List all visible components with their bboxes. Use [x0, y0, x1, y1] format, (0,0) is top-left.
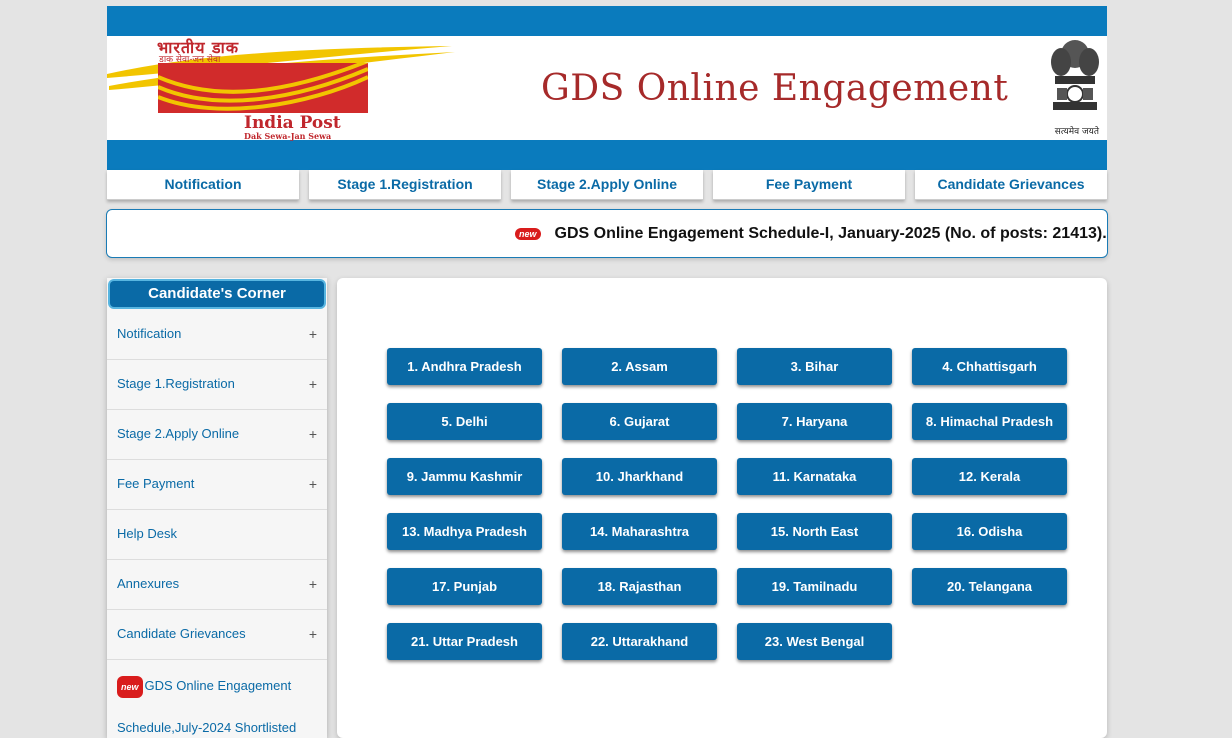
- sidebar-item-label: Fee Payment: [117, 476, 195, 491]
- state-button[interactable]: 7. Haryana: [737, 403, 892, 440]
- sidebar-news-link[interactable]: new GDS Online Engagement Schedule,July-2…: [107, 660, 327, 738]
- state-button-grid: 1. Andhra Pradesh 2. Assam 3. Bihar 4. Chha…: [387, 348, 1067, 660]
- expand-plus-icon[interactable]: +: [309, 326, 317, 342]
- logo-english-text: India Post: [244, 113, 341, 133]
- main-content: 1. Andhra Pradesh 2. Assam 3. Bihar 4. Chha…: [337, 278, 1107, 738]
- sidebar-title: Candidate's Corner: [110, 281, 324, 307]
- lion-capital-icon: [1051, 40, 1099, 110]
- state-button[interactable]: 12. Kerala: [912, 458, 1067, 495]
- new-badge-icon: new: [515, 227, 541, 240]
- new-badge-icon: new: [117, 676, 143, 698]
- expand-plus-icon[interactable]: +: [309, 476, 317, 492]
- emblem-motto: सत्यमेव जयते: [1054, 127, 1099, 137]
- sidebar-item-candidate-grievances[interactable]: Candidate Grievances +: [107, 610, 327, 660]
- nav-candidate-grievances[interactable]: Candidate Grievances: [915, 170, 1107, 200]
- news-link-line1[interactable]: GDS Online Engagement: [145, 678, 292, 693]
- sidebar-item-label: Help Desk: [117, 526, 177, 541]
- logo-hindi-tagline: डाक सेवा-जन सेवा: [159, 55, 221, 65]
- logo-red-block: [158, 63, 368, 113]
- logo-english-tagline: Dak Sewa-Jan Sewa: [244, 131, 332, 141]
- header-bottom-bar: [107, 140, 1107, 170]
- sidebar-item-stage1-registration[interactable]: Stage 1.Registration +: [107, 360, 327, 410]
- ticker-content[interactable]: new GDS Online Engagement Schedule-I, Ja…: [515, 210, 1107, 257]
- state-button[interactable]: 17. Punjab: [387, 568, 542, 605]
- expand-plus-icon[interactable]: +: [309, 626, 317, 642]
- header-top-bar: [107, 6, 1107, 36]
- state-button[interactable]: 2. Assam: [562, 348, 717, 385]
- sidebar-item-notification[interactable]: Notification +: [107, 310, 327, 360]
- state-button[interactable]: 13. Madhya Pradesh: [387, 513, 542, 550]
- state-button[interactable]: 23. West Bengal: [737, 623, 892, 660]
- news-link-line2[interactable]: Schedule,July-2024 Shortlisted: [117, 718, 317, 738]
- expand-plus-icon[interactable]: +: [309, 426, 317, 442]
- state-button[interactable]: 21. Uttar Pradesh: [387, 623, 542, 660]
- sidebar-item-help-desk[interactable]: Help Desk: [107, 510, 327, 560]
- sidebar-item-label: Notification: [117, 326, 182, 341]
- sidebar-item-stage2-apply-online[interactable]: Stage 2.Apply Online +: [107, 410, 327, 460]
- state-button[interactable]: 9. Jammu Kashmir: [387, 458, 542, 495]
- state-button[interactable]: 11. Karnataka: [737, 458, 892, 495]
- state-button[interactable]: 10. Jharkhand: [562, 458, 717, 495]
- nav-notification[interactable]: Notification: [107, 170, 299, 200]
- sidebar-item-fee-payment[interactable]: Fee Payment +: [107, 460, 327, 510]
- india-post-logo[interactable]: भारतीय डाक डाक सेवा-जन सेवा India Post D…: [107, 36, 457, 141]
- state-button[interactable]: 18. Rajasthan: [562, 568, 717, 605]
- state-button[interactable]: 19. Tamilnadu: [737, 568, 892, 605]
- state-button[interactable]: 3. Bihar: [737, 348, 892, 385]
- sidebar-item-label: Candidate Grievances: [117, 626, 246, 641]
- state-button[interactable]: 15. North East: [737, 513, 892, 550]
- page-title: GDS Online Engagement: [541, 68, 1009, 109]
- sidebar-item-annexures[interactable]: Annexures +: [107, 560, 327, 610]
- state-button[interactable]: 14. Maharashtra: [562, 513, 717, 550]
- ticker-text[interactable]: GDS Online Engagement Schedule-I, Januar…: [555, 225, 1107, 243]
- state-button[interactable]: 20. Telangana: [912, 568, 1067, 605]
- expand-plus-icon[interactable]: +: [309, 376, 317, 392]
- header: भारतीय डाक डाक सेवा-जन सेवा India Post D…: [107, 6, 1107, 170]
- state-button[interactable]: 5. Delhi: [387, 403, 542, 440]
- nav-fee-payment[interactable]: Fee Payment: [713, 170, 905, 200]
- nav-stage2-apply-online[interactable]: Stage 2.Apply Online: [511, 170, 703, 200]
- header-banner: भारतीय डाक डाक सेवा-जन सेवा India Post D…: [107, 36, 1107, 141]
- state-button[interactable]: 8. Himachal Pradesh: [912, 403, 1067, 440]
- state-button[interactable]: 6. Gujarat: [562, 403, 717, 440]
- state-button[interactable]: 1. Andhra Pradesh: [387, 348, 542, 385]
- national-emblem: सत्यमेव जयते: [1045, 36, 1105, 140]
- candidates-corner-sidebar: Candidate's Corner Notification + Stage …: [107, 278, 327, 738]
- expand-plus-icon[interactable]: +: [309, 576, 317, 592]
- state-button[interactable]: 16. Odisha: [912, 513, 1067, 550]
- state-button[interactable]: 4. Chhattisgarh: [912, 348, 1067, 385]
- nav-stage1-registration[interactable]: Stage 1.Registration: [309, 170, 501, 200]
- sidebar-item-label: Annexures: [117, 576, 180, 591]
- sidebar-item-label: Stage 1.Registration: [117, 376, 235, 391]
- sidebar-item-label: Stage 2.Apply Online: [117, 426, 240, 441]
- news-ticker: new GDS Online Engagement Schedule-I, Ja…: [106, 209, 1108, 258]
- main-nav: Notification Stage 1.Registration Stage …: [107, 170, 1107, 200]
- state-button[interactable]: 22. Uttarakhand: [562, 623, 717, 660]
